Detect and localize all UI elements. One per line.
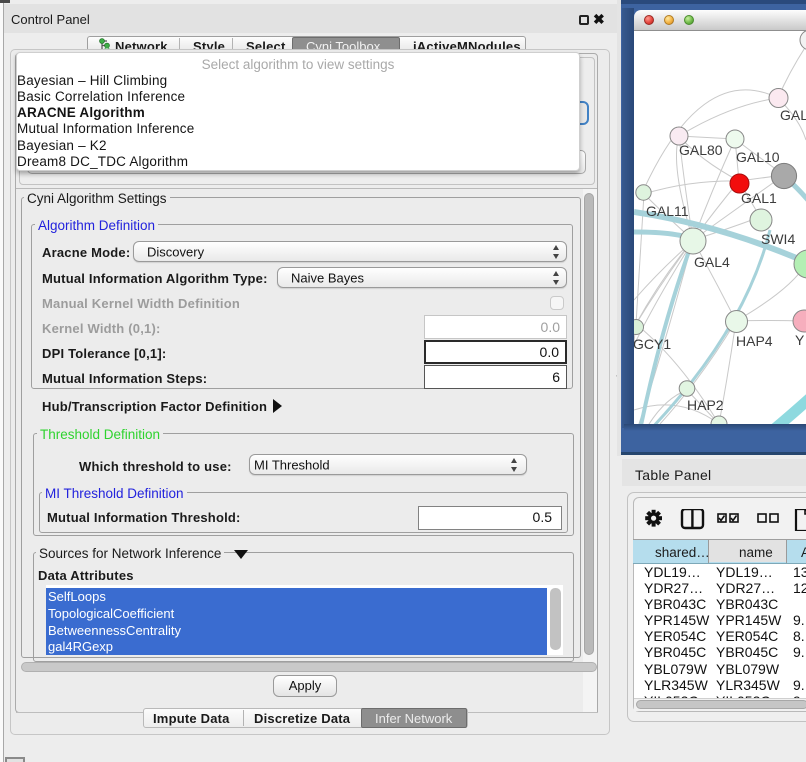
svg-text:HAP4: HAP4 [736,333,773,349]
svg-text:HAP2: HAP2 [687,397,724,413]
svg-text:GAL11: GAL11 [646,203,689,219]
svg-text:SWI4: SWI4 [761,231,795,247]
svg-text:GAL80: GAL80 [679,142,723,158]
svg-text:GAL10: GAL10 [736,149,780,165]
svg-text:GAL4: GAL4 [694,254,730,270]
svg-text:GAL7: GAL7 [780,107,806,123]
svg-text:GAL1: GAL1 [741,190,777,206]
svg-text:GCY1: GCY1 [634,336,671,352]
svg-text:Y: Y [795,332,805,348]
